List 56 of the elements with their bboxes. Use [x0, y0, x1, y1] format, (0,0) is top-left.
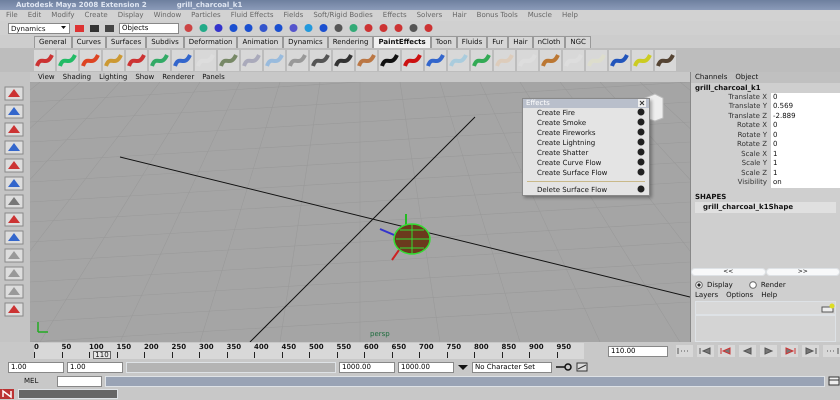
toolbar-icon[interactable]: [104, 23, 115, 33]
toolbar-icon[interactable]: [243, 23, 254, 33]
playback-icon[interactable]: [676, 345, 693, 357]
axis-icon: [36, 320, 50, 334]
toolbar-icon[interactable]: [318, 23, 329, 33]
range-slider-bar[interactable]: [127, 362, 335, 372]
option-box-icon[interactable]: [637, 168, 645, 176]
toolbar-icon[interactable]: [89, 23, 100, 33]
tool-icon[interactable]: [4, 122, 24, 137]
tool-icon[interactable]: [4, 230, 24, 245]
tool-icon[interactable]: [4, 284, 24, 299]
playback-icon[interactable]: [802, 345, 819, 357]
tool-icon[interactable]: [4, 176, 24, 191]
toolbar-icon[interactable]: [288, 23, 299, 33]
tool-icon[interactable]: [4, 158, 24, 173]
caret-icon[interactable]: [60, 24, 67, 30]
radio-button[interactable]: [695, 280, 703, 289]
tool-icon[interactable]: [4, 266, 24, 281]
toolbar-icon[interactable]: [408, 23, 419, 33]
tool-icon[interactable]: [4, 140, 24, 155]
new-layer-icon[interactable]: [821, 302, 835, 314]
key-icon[interactable]: [555, 362, 573, 372]
option-box-icon[interactable]: [637, 158, 645, 166]
option-box-icon[interactable]: [637, 108, 645, 116]
toolbar-icon[interactable]: [333, 23, 344, 33]
shelf-brush-icon[interactable]: [333, 50, 354, 70]
close-icon[interactable]: [638, 99, 646, 107]
playback-icon[interactable]: [697, 345, 714, 357]
option-box-icon[interactable]: [637, 148, 645, 156]
preferences-icon[interactable]: [576, 362, 588, 372]
playback-icon[interactable]: [739, 345, 756, 357]
tool-icon[interactable]: [4, 302, 24, 317]
script-editor-icon[interactable]: [828, 376, 840, 386]
tool-icon[interactable]: [4, 194, 24, 209]
dropdown-arrow-icon[interactable]: [457, 362, 469, 372]
playback-icon[interactable]: [781, 345, 798, 357]
option-box-icon[interactable]: [637, 118, 645, 126]
playback-icon[interactable]: [760, 345, 777, 357]
tool-icon[interactable]: [4, 86, 24, 101]
toolbar-icon[interactable]: [213, 23, 224, 33]
toolbar-icon[interactable]: [228, 23, 239, 33]
tool-icon[interactable]: [4, 248, 24, 263]
toolbar-icon[interactable]: [258, 23, 269, 33]
tool-icon[interactable]: [4, 104, 24, 119]
option-box-icon[interactable]: [637, 128, 645, 136]
tool-icon[interactable]: [4, 212, 24, 227]
playback-icon[interactable]: [823, 345, 840, 357]
app-logo-icon: [0, 389, 14, 399]
toolbar-icon[interactable]: [273, 23, 284, 33]
shelf-brush-icon[interactable]: [655, 50, 676, 70]
option-box-icon[interactable]: [637, 185, 645, 193]
option-box-icon[interactable]: [637, 138, 645, 146]
command-input[interactable]: [57, 376, 102, 386]
shelf-brush-icon[interactable]: [379, 50, 400, 70]
radio-button[interactable]: [748, 280, 757, 289]
playback-icon[interactable]: [718, 345, 735, 357]
